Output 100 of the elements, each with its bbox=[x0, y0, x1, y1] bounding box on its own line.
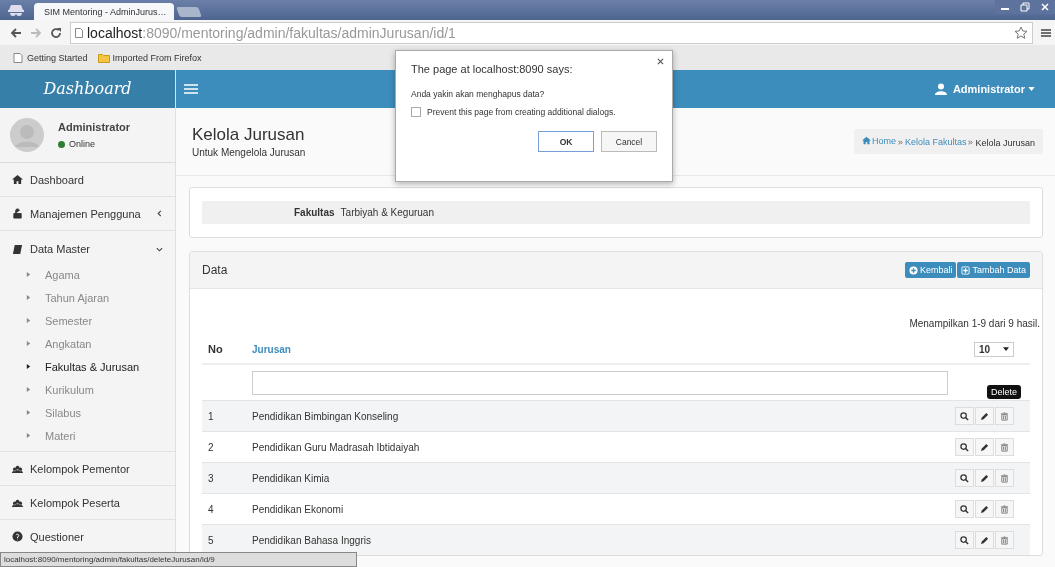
cancel-button[interactable]: Cancel bbox=[601, 131, 657, 152]
edit-button[interactable] bbox=[975, 469, 994, 487]
view-button[interactable] bbox=[955, 531, 974, 549]
star-icon[interactable] bbox=[1014, 25, 1028, 40]
trash-icon bbox=[1000, 473, 1009, 483]
caret-icon bbox=[1003, 347, 1009, 351]
edit-button[interactable] bbox=[975, 531, 994, 549]
home-icon bbox=[861, 136, 871, 146]
user-menu[interactable]: Administrator bbox=[934, 83, 1035, 95]
sidebar-item[interactable]: Kelompok Pementor bbox=[0, 452, 175, 486]
search-icon bbox=[960, 442, 969, 452]
trash-icon bbox=[1000, 411, 1009, 421]
dialog-title: The page at localhost:8090 says: bbox=[411, 63, 574, 75]
page-size-select[interactable]: 10 bbox=[974, 341, 1014, 357]
search-icon bbox=[960, 473, 969, 483]
pencil-icon bbox=[980, 473, 989, 483]
separator-icon bbox=[968, 140, 974, 146]
faculty-label: Fakultas bbox=[294, 207, 335, 218]
caret-icon bbox=[26, 386, 31, 393]
checkbox[interactable] bbox=[411, 107, 421, 117]
edit-button[interactable] bbox=[975, 438, 994, 456]
user-icon bbox=[934, 83, 947, 95]
caret-icon bbox=[1028, 87, 1035, 91]
users-icon bbox=[12, 497, 23, 508]
page-icon bbox=[75, 27, 83, 38]
home-icon bbox=[12, 174, 23, 185]
panel-title: Data bbox=[202, 263, 228, 277]
minimize-button[interactable] bbox=[995, 0, 1015, 14]
view-button[interactable] bbox=[955, 469, 974, 487]
filter-field[interactable] bbox=[252, 370, 948, 395]
add-button[interactable]: Tambah Data bbox=[957, 262, 1030, 278]
search-icon bbox=[960, 411, 969, 421]
browser-tab[interactable]: SIM Mentoring - AdminJurus… bbox=[34, 3, 174, 20]
status-dot bbox=[58, 140, 65, 148]
trash-icon bbox=[1000, 535, 1009, 545]
sidebar-item[interactable]: Manajemen Pengguna bbox=[0, 197, 175, 231]
folder-icon bbox=[97, 52, 110, 63]
back-icon[interactable] bbox=[10, 26, 22, 39]
trash-icon bbox=[1000, 442, 1009, 452]
separator-icon bbox=[897, 140, 903, 146]
question-icon bbox=[12, 531, 23, 542]
new-tab-button[interactable] bbox=[176, 7, 202, 17]
logo-text[interactable]: Dashboard bbox=[0, 70, 175, 108]
column-header[interactable]: Jurusan bbox=[252, 343, 291, 355]
caret-icon bbox=[26, 317, 31, 324]
plus-icon bbox=[961, 265, 971, 275]
table-cell-text: Pendidikan Bimbingan Konseling bbox=[252, 410, 400, 422]
view-button[interactable] bbox=[955, 500, 974, 518]
lock-icon bbox=[12, 208, 23, 219]
sidebar-item[interactable]: Data Master bbox=[0, 235, 175, 263]
table-cell-text: 1 bbox=[207, 410, 215, 422]
page-title: Kelola Jurusan bbox=[192, 125, 306, 145]
plus-icon bbox=[908, 265, 918, 275]
caret-icon bbox=[26, 432, 31, 439]
dialog-message: Anda yakin akan menghapus data? bbox=[411, 89, 546, 99]
results-summary: Menampilkan 1-9 dari 9 hasil. bbox=[908, 318, 1040, 329]
checkbox-label[interactable]: Prevent this page from creating additional dialogs. bbox=[427, 107, 616, 117]
close-window-button[interactable] bbox=[1035, 0, 1055, 14]
sidebar-subitem[interactable]: Fakultas & Jurusan bbox=[0, 355, 175, 378]
caret-icon bbox=[26, 294, 31, 301]
breadcrumb-current: Kelola Jurusan bbox=[975, 137, 1035, 148]
caret-icon bbox=[26, 271, 31, 278]
table-cell-text: 4 bbox=[207, 503, 215, 515]
caret-icon bbox=[26, 340, 31, 347]
caret-icon bbox=[26, 409, 31, 416]
table-cell-text: Pendidikan Ekonomi bbox=[252, 503, 345, 515]
table-cell-text: Pendidikan Kimia bbox=[252, 472, 331, 484]
reload-icon[interactable] bbox=[50, 26, 62, 39]
search-icon bbox=[960, 535, 969, 545]
sidebar-item[interactable]: Dashboard bbox=[0, 163, 175, 197]
menu-icon[interactable] bbox=[1041, 27, 1051, 38]
view-button[interactable] bbox=[955, 407, 974, 425]
edit-button[interactable] bbox=[975, 407, 994, 425]
pencil-icon bbox=[980, 442, 989, 452]
tooltip: Delete bbox=[987, 385, 1021, 399]
caret-icon bbox=[26, 363, 31, 370]
incognito-icon bbox=[6, 3, 26, 17]
edit-button[interactable] bbox=[975, 500, 994, 518]
sidebar-item[interactable]: Kelompok Peserta bbox=[0, 486, 175, 520]
table-cell-text: Pendidikan Bahasa Inggris bbox=[252, 534, 372, 546]
user-name: Administrator bbox=[58, 121, 131, 133]
address-field[interactable]: localhost:8090/mentoring/admin/fakultas/adminJurusan/id/1 bbox=[70, 21, 1033, 44]
table-cell-text: 5 bbox=[207, 534, 215, 546]
book-icon bbox=[12, 243, 23, 255]
table-cell-text: 3 bbox=[207, 472, 215, 484]
page-icon bbox=[12, 52, 24, 63]
bookmark-link[interactable]: Getting Started bbox=[12, 52, 88, 63]
back-button[interactable]: Kembali bbox=[904, 262, 957, 278]
page-subtitle: Untuk Mengelola Jurusan bbox=[192, 147, 306, 158]
table-cell-text: 2 bbox=[207, 441, 215, 453]
pencil-icon bbox=[980, 411, 989, 421]
trash-icon bbox=[1000, 504, 1009, 514]
view-button[interactable] bbox=[955, 438, 974, 456]
bookmark-link[interactable]: Imported From Firefox bbox=[97, 52, 202, 63]
user-status: Online bbox=[69, 139, 95, 149]
table-cell-text: Pendidikan Guru Madrasah Ibtidaiyah bbox=[252, 441, 421, 453]
close-icon[interactable] bbox=[657, 58, 664, 65]
ok-button[interactable]: OK bbox=[538, 131, 594, 152]
users-icon bbox=[12, 463, 23, 474]
column-header: No bbox=[207, 343, 224, 355]
